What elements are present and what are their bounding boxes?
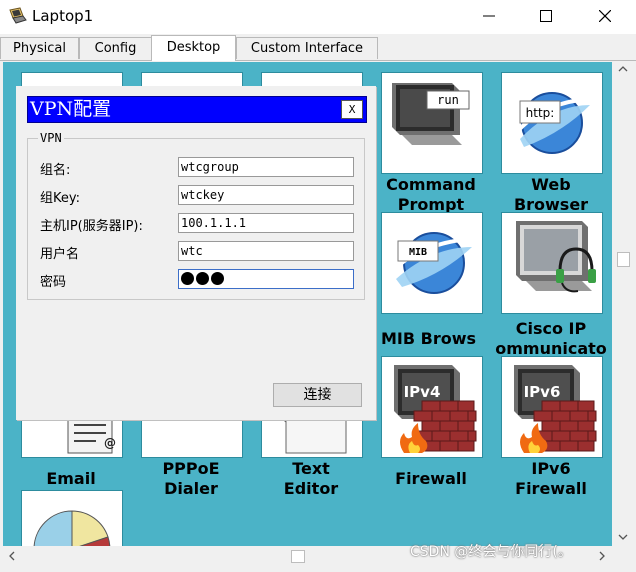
password-dot (181, 272, 194, 285)
password-mask (181, 272, 226, 286)
vertical-scroll-thumb[interactable] (617, 252, 630, 267)
app-label-text-editor-line2[interactable]: Editor (251, 479, 371, 499)
csdn-watermark: CSDN @终会与你同行(。 (410, 544, 572, 560)
web-browser-icon: http: (514, 92, 590, 154)
tab-physical[interactable]: Physical (0, 37, 79, 59)
app-label-pppoe-dialer[interactable]: PPPoE (131, 459, 251, 479)
app-tile-mib-browser[interactable]: MIB (381, 212, 483, 314)
app-label-command-prompt[interactable]: Command (371, 175, 491, 195)
minimize-button[interactable] (460, 0, 518, 32)
app-label-firewall[interactable]: Firewall (371, 469, 491, 489)
app-label-email[interactable]: Email (11, 469, 131, 489)
scroll-right-icon[interactable] (597, 551, 607, 561)
tab-desktop[interactable]: Desktop (151, 35, 236, 61)
app-label-ipv6-firewall[interactable]: IPv6 (491, 459, 611, 479)
close-window-button[interactable] (576, 0, 634, 32)
mib-browser-icon: MIB (390, 232, 472, 294)
maximize-button[interactable] (517, 0, 575, 32)
app-label-pppoe-dialer-line2[interactable]: Dialer (131, 479, 251, 499)
command-prompt-icon-text: run (437, 93, 459, 107)
username-input[interactable]: wtc (178, 241, 354, 261)
app-label-text-editor[interactable]: Text (251, 459, 371, 479)
password-label: 密码 (40, 275, 67, 290)
vpn-dialog-title: VPN配置 (30, 98, 112, 120)
tab-config[interactable]: Config (79, 37, 152, 59)
password-input[interactable] (178, 269, 354, 289)
horizontal-scroll-thumb[interactable] (291, 550, 305, 563)
cisco-ip-communicator-icon (516, 221, 596, 293)
group-key-input[interactable]: wtckey (178, 185, 354, 205)
app-tile-firewall[interactable]: IPv4 (381, 356, 483, 458)
username-label: 用户名 (40, 247, 80, 262)
vpn-group-box: VPN 组名: wtcgroup 组Key: wtckey 主机IP(服务器IP… (27, 131, 365, 300)
password-dot (196, 272, 209, 285)
app-label-ipv6-firewall-line2[interactable]: Firewall (491, 479, 611, 499)
group-name-label: 组名: (40, 163, 71, 178)
minimize-icon (483, 15, 495, 17)
app-tile-cisco-ip-communicator[interactable] (501, 212, 603, 314)
app-tile-command-prompt[interactable]: run (381, 72, 483, 174)
app-tile-ipv6-firewall[interactable]: IPv6 (501, 356, 603, 458)
desktop-area: run Command Prompt http: Web Browser MIB… (3, 62, 612, 546)
scroll-down-icon[interactable] (618, 532, 628, 542)
password-dot (211, 272, 224, 285)
host-ip-label: 主机IP(服务器IP): (40, 219, 143, 234)
app-label-mib-browser[interactable]: MIB Brows (371, 329, 493, 349)
scroll-up-icon[interactable] (618, 64, 628, 74)
laptop-app-icon (9, 7, 27, 24)
app-label-web-browser[interactable]: Web (491, 175, 611, 195)
host-ip-input[interactable]: 100.1.1.1 (178, 213, 354, 233)
web-browser-icon-text: http: (526, 106, 555, 120)
firewall-icon-text: IPv4 (404, 383, 441, 401)
title-bar: Laptop1 (0, 0, 636, 34)
scroll-left-icon[interactable] (7, 551, 17, 561)
mib-browser-icon-text: MIB (409, 247, 427, 258)
command-prompt-icon: run (392, 83, 470, 145)
vpn-dialog-title-bar: VPN配置 X (27, 96, 367, 123)
pie-chart-icon (33, 510, 111, 546)
ipv6-firewall-icon-text: IPv6 (524, 383, 561, 401)
firewall-icon: IPv4 (394, 365, 477, 453)
application-window: Laptop1 Physical Config Desktop Custom I… (0, 0, 636, 572)
group-key-label: 组Key: (40, 191, 81, 206)
connect-button[interactable]: 连接 (273, 383, 362, 407)
close-icon (599, 10, 611, 22)
ipv6-firewall-icon: IPv6 (514, 365, 597, 453)
tab-bar: Physical Config Desktop Custom Interface (0, 35, 636, 61)
maximize-icon (540, 10, 552, 22)
vpn-config-dialog: VPN配置 X VPN 组名: wtcgroup 组Key: wtckey 主机… (16, 86, 376, 420)
app-tile-web-browser[interactable]: http: (501, 72, 603, 174)
app-label-cisco-ip-communicator[interactable]: Cisco IP (491, 319, 611, 339)
window-title: Laptop1 (32, 7, 94, 25)
svg-text:@: @ (104, 436, 116, 450)
group-name-input[interactable]: wtcgroup (178, 157, 354, 177)
vpn-dialog-close-button[interactable]: X (341, 100, 363, 119)
tab-custom-interface[interactable]: Custom Interface (236, 37, 378, 59)
vertical-scrollbar[interactable] (612, 62, 634, 546)
app-tile-traffic-generator[interactable] (21, 490, 123, 546)
vpn-group-legend: VPN (38, 131, 64, 145)
